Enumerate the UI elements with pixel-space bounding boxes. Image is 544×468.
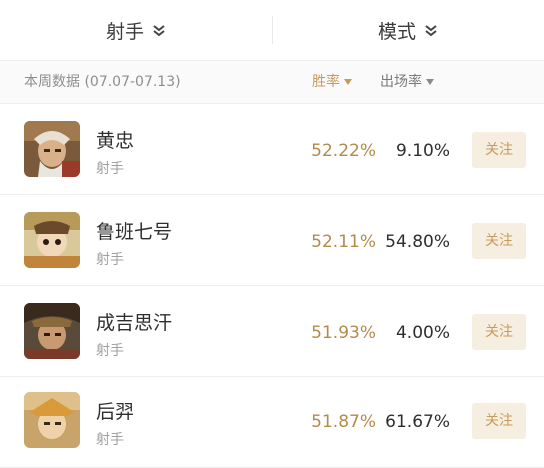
- follow-button[interactable]: 关注: [472, 132, 526, 168]
- hero-row[interactable]: 鲁班七号 射手 52.11% 54.80% 关注: [0, 195, 544, 286]
- hero-name: 黄忠: [96, 130, 135, 152]
- hero-play-rate: 4.00%: [395, 323, 450, 343]
- double-chevron-down-icon: [425, 25, 437, 37]
- period-label: 本周数据 (07.07-07.13): [24, 74, 181, 90]
- follow-button[interactable]: 关注: [472, 314, 526, 350]
- hero-row[interactable]: 后羿 射手 51.87% 61.67% 关注: [0, 377, 544, 468]
- stats-header: 本周数据 (07.07-07.13) 胜率 出场率: [0, 61, 544, 104]
- hero-win-rate: 51.87%: [311, 412, 376, 432]
- mode-filter-label: 模式: [377, 20, 416, 43]
- follow-button[interactable]: 关注: [472, 403, 526, 439]
- hero-win-rate: 51.93%: [311, 323, 376, 343]
- hero-name: 成吉思汗: [96, 312, 173, 334]
- sort-playrate-label: 出场率: [380, 74, 422, 90]
- hero-role: 射手: [96, 432, 124, 448]
- double-chevron-down-icon: [153, 25, 165, 37]
- hero-avatar: [24, 392, 80, 448]
- hero-avatar: [24, 303, 80, 359]
- sort-playrate-button[interactable]: 出场率: [380, 61, 434, 103]
- hero-avatar: [24, 121, 80, 177]
- sort-winrate-label: 胜率: [312, 74, 340, 90]
- hero-avatar: [24, 212, 80, 268]
- hero-play-rate: 61.67%: [385, 412, 450, 432]
- hero-play-rate: 54.80%: [385, 232, 450, 252]
- hero-win-rate: 52.11%: [311, 232, 376, 252]
- hero-win-rate: 52.22%: [311, 141, 376, 161]
- hero-play-rate: 9.10%: [395, 141, 450, 161]
- hero-name: 后羿: [96, 401, 135, 423]
- sort-winrate-button[interactable]: 胜率: [312, 61, 352, 103]
- sort-triangle-icon: [426, 79, 434, 85]
- hero-role: 射手: [96, 343, 124, 359]
- follow-button[interactable]: 关注: [472, 223, 526, 259]
- top-filter-bar: 射手 模式: [0, 0, 544, 61]
- role-filter-label: 射手: [105, 20, 144, 43]
- hero-row[interactable]: 成吉思汗 射手 51.93% 4.00% 关注: [0, 286, 544, 377]
- hero-role: 射手: [96, 252, 124, 268]
- sort-triangle-icon: [344, 79, 352, 85]
- hero-role: 射手: [96, 161, 124, 177]
- mode-filter-dropdown[interactable]: 模式: [272, 0, 544, 60]
- hero-name: 鲁班七号: [96, 221, 173, 243]
- hero-row[interactable]: 黄忠 射手 52.22% 9.10% 关注: [0, 104, 544, 195]
- role-filter-dropdown[interactable]: 射手: [0, 0, 272, 60]
